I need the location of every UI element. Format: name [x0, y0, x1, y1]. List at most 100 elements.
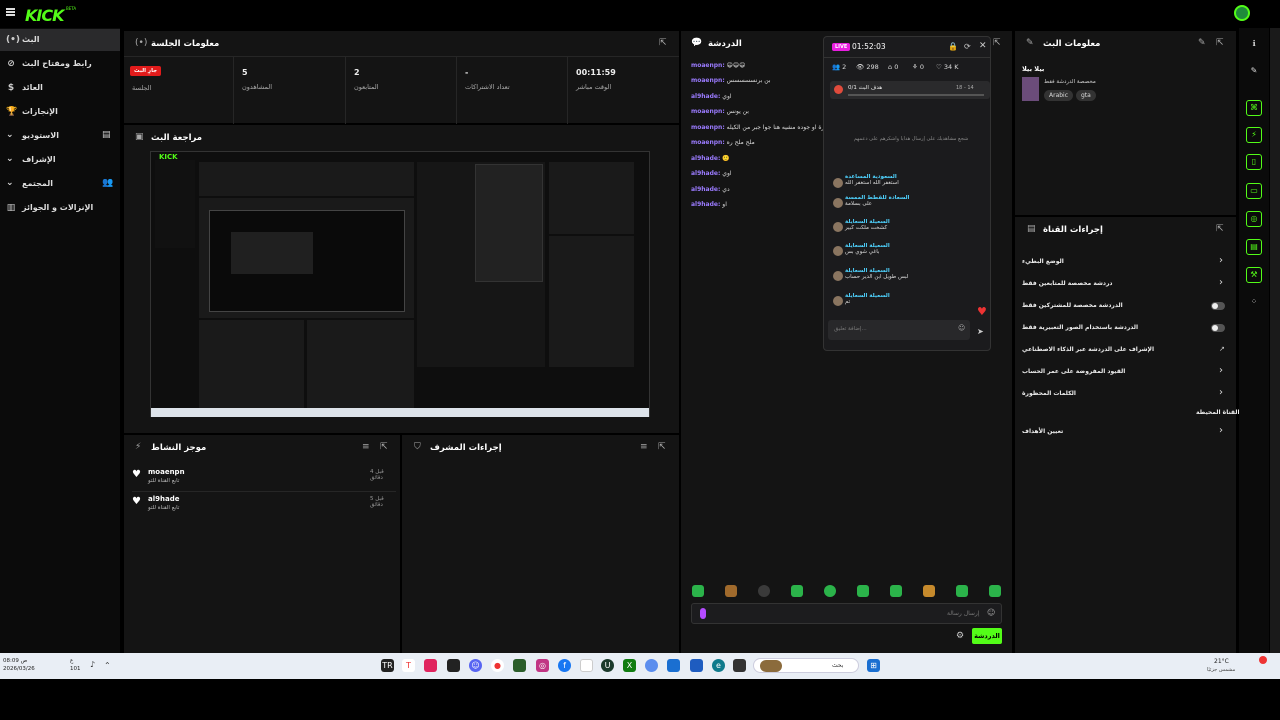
activity-user[interactable]: moaenpn	[148, 468, 185, 476]
tag[interactable]: Arabic	[1044, 90, 1074, 101]
sidebar-item-moderation[interactable]: ⌄ الإشراف ⚔	[0, 149, 120, 171]
popout-icon[interactable]: ⇱	[659, 38, 667, 48]
emote-icon[interactable]	[890, 585, 902, 597]
app-icon[interactable]: U	[601, 659, 614, 672]
external-link-icon[interactable]: ↗	[1219, 345, 1225, 353]
wrench-icon[interactable]: ⚒	[1246, 267, 1262, 283]
send-chat-button[interactable]: الدردشة	[972, 628, 1002, 644]
mic-icon[interactable]: ♪	[90, 660, 95, 669]
notepad-icon[interactable]	[580, 659, 593, 672]
popup-comment-input[interactable]: إضافة تعليق... ☺	[828, 320, 970, 340]
chat-input[interactable]: إرسال رسالة ☺	[691, 603, 1002, 624]
server-icon[interactable]: ▤	[1246, 239, 1262, 255]
sidebar-item-community[interactable]: ⌄ المجتمع 👥	[0, 173, 120, 195]
sidebar-item-achievements[interactable]: 🏆 الإنجازات	[0, 101, 120, 123]
lightning-icon[interactable]: ⚡	[1246, 127, 1262, 143]
stream-goal[interactable]: هدف البث 0/1 18 - 14	[830, 81, 990, 99]
emote-icon[interactable]	[725, 585, 737, 597]
tag[interactable]: gta	[1076, 90, 1096, 101]
popout-icon[interactable]: ⇱	[380, 442, 388, 452]
chat-username[interactable]: moaenpn:	[691, 77, 725, 84]
emote-icon[interactable]	[791, 585, 803, 597]
emote-icon[interactable]	[758, 585, 770, 597]
chevron-right-icon[interactable]: ›	[1219, 425, 1223, 436]
app-icon[interactable]	[513, 659, 526, 672]
xbox-icon[interactable]: X	[623, 659, 636, 672]
sidebar-item-stream-key[interactable]: ⊘ رابط ومفتاح البث	[0, 53, 120, 75]
chat-username[interactable]: moaenpn:	[691, 124, 725, 131]
channel-action-emotes-only[interactable]: الدردشة باستخدام الصور التعبيرية فقط	[1022, 324, 1138, 331]
facebook-icon[interactable]: f	[558, 659, 571, 672]
edge-icon[interactable]: e	[712, 659, 725, 672]
chat-username[interactable]: moaenpn:	[691, 62, 725, 69]
category-thumbnail[interactable]	[1022, 77, 1039, 101]
heart-icon[interactable]: ♥	[977, 305, 987, 318]
channel-action-host-channel[interactable]: القناة المحيطة	[1196, 409, 1240, 416]
chat-username[interactable]: al9hade:	[691, 170, 720, 177]
popup-username[interactable]: السعيلة السعايلة	[845, 293, 890, 299]
clock-date[interactable]: 2026/03/26	[3, 666, 35, 672]
emote-icon[interactable]	[923, 585, 935, 597]
weather-temp[interactable]: 21°C	[1214, 658, 1229, 665]
popout-icon[interactable]: ⇱	[993, 38, 1001, 48]
chevron-right-icon[interactable]: ›	[1219, 387, 1223, 398]
scrollbar[interactable]	[1270, 28, 1280, 653]
app-icon[interactable]	[424, 659, 437, 672]
channel-action-set-goals[interactable]: تعيين الأهداف	[1022, 428, 1063, 435]
channel-action-slow-mode[interactable]: الوضع البطيء	[1022, 258, 1064, 265]
language-indicator[interactable]: ع	[70, 658, 73, 664]
battery-indicator[interactable]: 101	[70, 666, 81, 672]
emote-icon[interactable]	[857, 585, 869, 597]
channel-action-ai-moderation[interactable]: الإشراف على الدردشة عبر الذكاء الاصطناعي	[1022, 346, 1154, 353]
document-icon[interactable]: ▯	[1246, 154, 1262, 170]
chat-username[interactable]: al9hade:	[691, 155, 720, 162]
app-icon[interactable]	[667, 659, 680, 672]
chevron-up-icon[interactable]: ⌃	[104, 661, 111, 670]
filter-icon[interactable]: ≡	[362, 442, 370, 452]
app-icon[interactable]	[733, 659, 746, 672]
activity-icon[interactable]: ⌘	[1246, 100, 1262, 116]
apps-icon[interactable]: ⁘	[1246, 295, 1262, 311]
emote-icon[interactable]	[956, 585, 968, 597]
emoji-icon[interactable]: ☺	[958, 324, 965, 332]
chevron-right-icon[interactable]: ›	[1219, 365, 1223, 376]
popout-icon[interactable]: ⇱	[1216, 224, 1224, 234]
pencil-icon[interactable]: ✎	[1198, 38, 1206, 48]
sidebar-item-drops[interactable]: ▥ الإنزالات و الجوائز	[0, 197, 120, 219]
edit-icon[interactable]: ✎	[1026, 38, 1034, 48]
emoji-icon[interactable]: ☺	[987, 608, 995, 617]
capcut-icon[interactable]	[447, 659, 460, 672]
taskbar-search[interactable]: بحث	[753, 658, 859, 673]
chat-username[interactable]: al9hade:	[691, 186, 720, 193]
channel-action-subscribers-only[interactable]: الدردشة مخصصة للمشتركين فقط	[1022, 302, 1123, 309]
windows-start-icon[interactable]: ⊞	[867, 659, 880, 672]
emote-icon[interactable]	[824, 585, 836, 597]
subscribers-only-toggle[interactable]	[1211, 302, 1225, 310]
emotes-only-toggle[interactable]	[1211, 324, 1225, 332]
mic-icon[interactable]	[700, 608, 706, 619]
refresh-icon[interactable]: ⟳	[964, 42, 971, 51]
menu-icon[interactable]	[6, 8, 15, 16]
popout-icon[interactable]: ⇱	[658, 442, 666, 452]
kick-logo[interactable]: KICK	[25, 6, 64, 25]
chat-username[interactable]: al9hade:	[691, 93, 720, 100]
chat-username[interactable]: al9hade:	[691, 201, 720, 208]
filter-icon[interactable]: ≡	[640, 442, 648, 452]
channel-action-account-age[interactable]: القيود المفروضة على عمر الحساب	[1022, 368, 1125, 375]
instagram-icon[interactable]: ◎	[536, 659, 549, 672]
app-icon[interactable]: ●	[491, 659, 504, 672]
activity-user[interactable]: al9hade	[148, 495, 179, 503]
popout-icon[interactable]: ⇱	[1216, 38, 1224, 48]
app-icon[interactable]	[645, 659, 658, 672]
chevron-right-icon[interactable]: ›	[1219, 255, 1223, 266]
app-icon[interactable]: TR	[381, 659, 394, 672]
broadcast-icon[interactable]: ◎	[1246, 211, 1262, 227]
close-icon[interactable]: ✕	[979, 41, 987, 51]
chat-icon[interactable]: ▭	[1246, 183, 1262, 199]
channel-action-banned-words[interactable]: الكلمات المحظورة	[1022, 390, 1076, 397]
emote-icon[interactable]	[989, 585, 1001, 597]
channel-action-followers-only[interactable]: دردشة مخصصة للمتابعين فقط	[1022, 280, 1113, 287]
category-name[interactable]: مخصصة الدردشة فقط	[1044, 79, 1096, 85]
chat-username[interactable]: moaenpn:	[691, 108, 725, 115]
stream-video-player[interactable]: KICK	[150, 151, 650, 417]
